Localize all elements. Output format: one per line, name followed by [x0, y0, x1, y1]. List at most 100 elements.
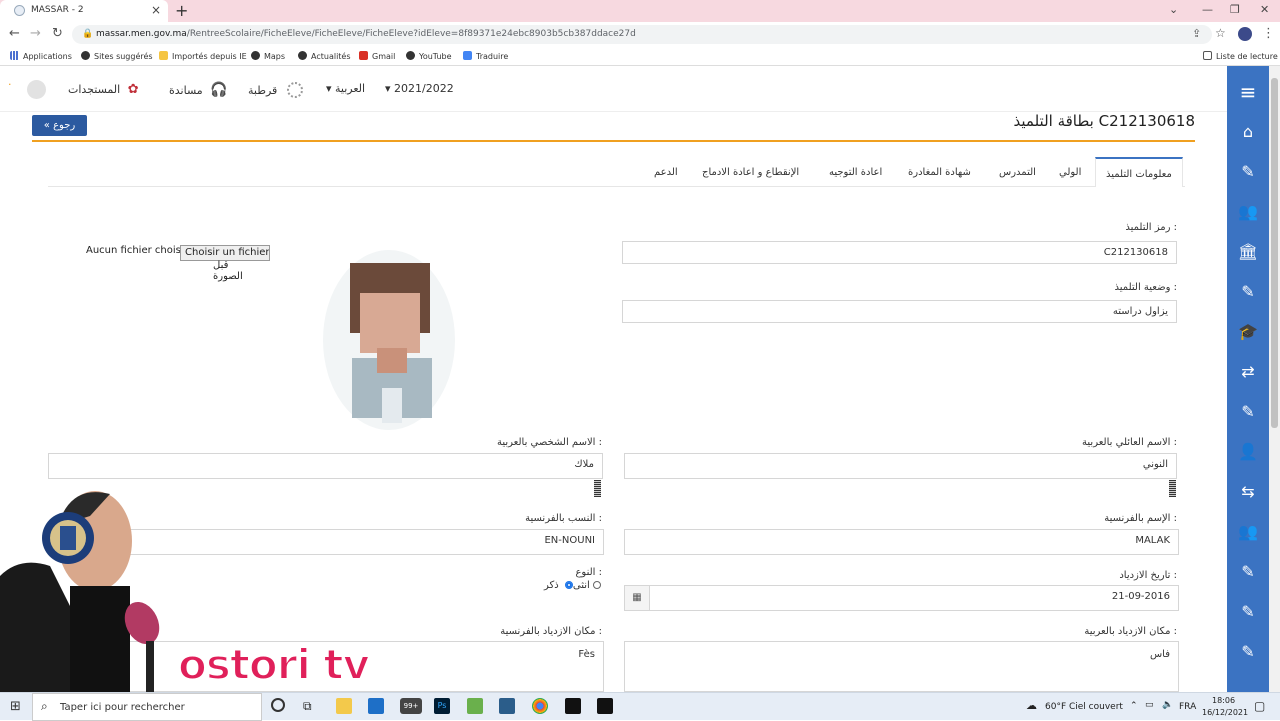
- users-icon[interactable]: 👥: [1227, 202, 1269, 221]
- bookmark-youtube[interactable]: YouTube: [406, 51, 452, 61]
- family-name-ar-field[interactable]: النوني: [624, 453, 1177, 479]
- mail-badge-icon[interactable]: 99+: [400, 698, 422, 714]
- news-link[interactable]: المستجدات ✿: [68, 82, 139, 97]
- close-window-button[interactable]: ✕: [1260, 3, 1269, 16]
- tab-dropout[interactable]: الإنقطاع و اعادة الادماج: [702, 167, 799, 178]
- first-name-fr-field[interactable]: MALAK: [624, 529, 1179, 555]
- reading-list[interactable]: Liste de lecture: [1203, 51, 1278, 61]
- status-field[interactable]: يزاول دراسته: [622, 300, 1177, 323]
- taskbar-search[interactable]: ⌕ Taper ici pour rechercher: [32, 693, 262, 721]
- task-view-icon[interactable]: ⧉: [303, 699, 312, 714]
- tab-reorientation[interactable]: اعادة التوجيه: [829, 167, 882, 178]
- user-avatar[interactable]: [27, 80, 46, 99]
- app-icon[interactable]: [499, 698, 515, 714]
- tab-search-icon[interactable]: ⌄: [1169, 3, 1178, 16]
- institution-icon[interactable]: 🏛: [1227, 242, 1269, 261]
- network-icon[interactable]: ▭: [1145, 700, 1154, 710]
- user-icon[interactable]: 👤: [1227, 442, 1269, 461]
- birthdate-field[interactable]: 21-09-2016: [624, 585, 1179, 611]
- resize-handle[interactable]: [594, 480, 601, 497]
- tab-schooling[interactable]: التمدرس: [999, 167, 1036, 178]
- edit-icon[interactable]: ✎: [1227, 162, 1269, 181]
- page-scrollbar[interactable]: [1269, 66, 1280, 692]
- new-tab-button[interactable]: +: [175, 1, 188, 20]
- edit-icon[interactable]: ✎: [1227, 602, 1269, 621]
- back-button[interactable]: « رجوع: [32, 115, 87, 136]
- menu-dots-icon[interactable]: ⋮: [1262, 26, 1275, 41]
- bookmark-gmail[interactable]: Gmail: [359, 51, 395, 61]
- birthplace-fr-label: مكان الازدياد بالفرنسية :: [500, 626, 602, 637]
- presenter-overlay: [0, 491, 160, 692]
- camtasia-icon[interactable]: [467, 698, 483, 714]
- clock-time[interactable]: 18:06: [1212, 696, 1235, 705]
- windows-start-icon[interactable]: ⊞: [10, 699, 21, 714]
- tab-guardian[interactable]: الولي: [1059, 167, 1081, 178]
- app-header: · ▾ 2021/2022 ▾ العربية قرطبة مساندة 🎧 ا…: [0, 66, 1227, 112]
- notifications-icon[interactable]: ▢: [1254, 699, 1265, 713]
- edit-icon[interactable]: ✎: [1227, 402, 1269, 421]
- share-icon[interactable]: ⇪: [1192, 27, 1201, 40]
- url-input[interactable]: 🔒 massar.men.gov.ma/RentreeScolaire/Fich…: [72, 25, 1212, 44]
- tray-arrow-icon[interactable]: ⌃: [1130, 701, 1138, 711]
- store-icon[interactable]: [368, 698, 384, 714]
- profile-avatar[interactable]: [1238, 27, 1252, 41]
- edit-icon[interactable]: ✎: [1227, 642, 1269, 661]
- exchange-icon[interactable]: ⇆: [1227, 482, 1269, 501]
- edit-icon[interactable]: ✎: [1227, 562, 1269, 581]
- language-dropdown[interactable]: ▾ العربية: [326, 82, 365, 95]
- language-indicator[interactable]: FRA: [1179, 702, 1196, 712]
- chrome-icon[interactable]: [532, 698, 548, 714]
- transfer-icon[interactable]: ⇄: [1227, 362, 1269, 381]
- qortoba-link[interactable]: قرطبة: [248, 82, 303, 98]
- terminal-icon[interactable]: [565, 698, 581, 714]
- minimize-button[interactable]: —: [1202, 3, 1213, 16]
- forward-arrow-icon[interactable]: →: [30, 26, 41, 41]
- family-name-fr-label: النسب بالفرنسية :: [525, 513, 602, 524]
- terminal-icon[interactable]: [597, 698, 613, 714]
- bookmark-news[interactable]: Actualités: [298, 51, 351, 61]
- first-name-ar-label: الاسم الشخصي بالعربية :: [496, 437, 602, 448]
- bookmark-star-icon[interactable]: ☆: [1215, 26, 1226, 40]
- gender-female-label: انثى: [572, 580, 590, 591]
- weather-text[interactable]: 60°F Ciel couvert: [1045, 702, 1123, 712]
- first-name-fr-label: الإسم بالفرنسية :: [1104, 513, 1177, 524]
- users-icon[interactable]: 👥: [1227, 522, 1269, 541]
- resize-handle[interactable]: [1169, 480, 1176, 497]
- bookmark-ie[interactable]: Importés depuis IE: [159, 51, 247, 61]
- globe-icon: [298, 51, 307, 60]
- gender-male-radio[interactable]: [592, 581, 601, 589]
- clock-date[interactable]: 16/12/2021: [1202, 708, 1248, 717]
- bookmark-maps[interactable]: Maps: [251, 51, 285, 61]
- close-tab-icon[interactable]: ×: [151, 3, 161, 17]
- code-field[interactable]: C212130618: [622, 241, 1177, 264]
- bookmark-suggested[interactable]: Sites suggérés: [81, 51, 153, 61]
- bookmark-translate[interactable]: Traduire: [463, 51, 508, 61]
- code-label: رمز التلميذ :: [1125, 222, 1177, 233]
- headset-icon: 🎧: [210, 82, 228, 98]
- choose-file-button[interactable]: Choisir un fichier: [180, 245, 270, 261]
- birthplace-ar-field[interactable]: فاس: [624, 641, 1179, 692]
- back-arrow-icon[interactable]: ←: [9, 26, 20, 41]
- gender-female-radio[interactable]: [564, 581, 573, 589]
- restore-button[interactable]: ❐: [1230, 3, 1240, 16]
- home-icon[interactable]: ⌂: [1227, 122, 1269, 141]
- calendar-icon[interactable]: ▦: [624, 585, 650, 611]
- tab-support[interactable]: الدعم: [654, 167, 678, 178]
- photoshop-icon[interactable]: Ps: [434, 698, 450, 714]
- cortana-icon[interactable]: [271, 698, 285, 712]
- tab-student-info[interactable]: معلومات التلميذ: [1095, 157, 1183, 187]
- year-dropdown[interactable]: ▾ 2021/2022: [385, 82, 454, 95]
- qortoba-icon: [286, 82, 303, 98]
- support-link[interactable]: مساندة 🎧: [169, 82, 228, 98]
- volume-icon[interactable]: 🔈: [1162, 700, 1173, 710]
- bookmark-apps[interactable]: Applications: [10, 51, 72, 61]
- file-explorer-icon[interactable]: [336, 698, 352, 714]
- tab-leaving-certificate[interactable]: شهادة المغادرة: [908, 167, 971, 178]
- menu-hamburger-icon[interactable]: ≡: [1227, 80, 1269, 104]
- edit-icon[interactable]: ✎: [1227, 282, 1269, 301]
- graduation-cap-icon[interactable]: 🎓: [1227, 322, 1269, 341]
- first-name-ar-field[interactable]: ملاك: [48, 453, 603, 479]
- reload-icon[interactable]: ↻: [52, 26, 63, 41]
- scrollbar-thumb[interactable]: [1271, 78, 1278, 428]
- browser-tab[interactable]: MASSAR - 2 ×: [0, 0, 168, 22]
